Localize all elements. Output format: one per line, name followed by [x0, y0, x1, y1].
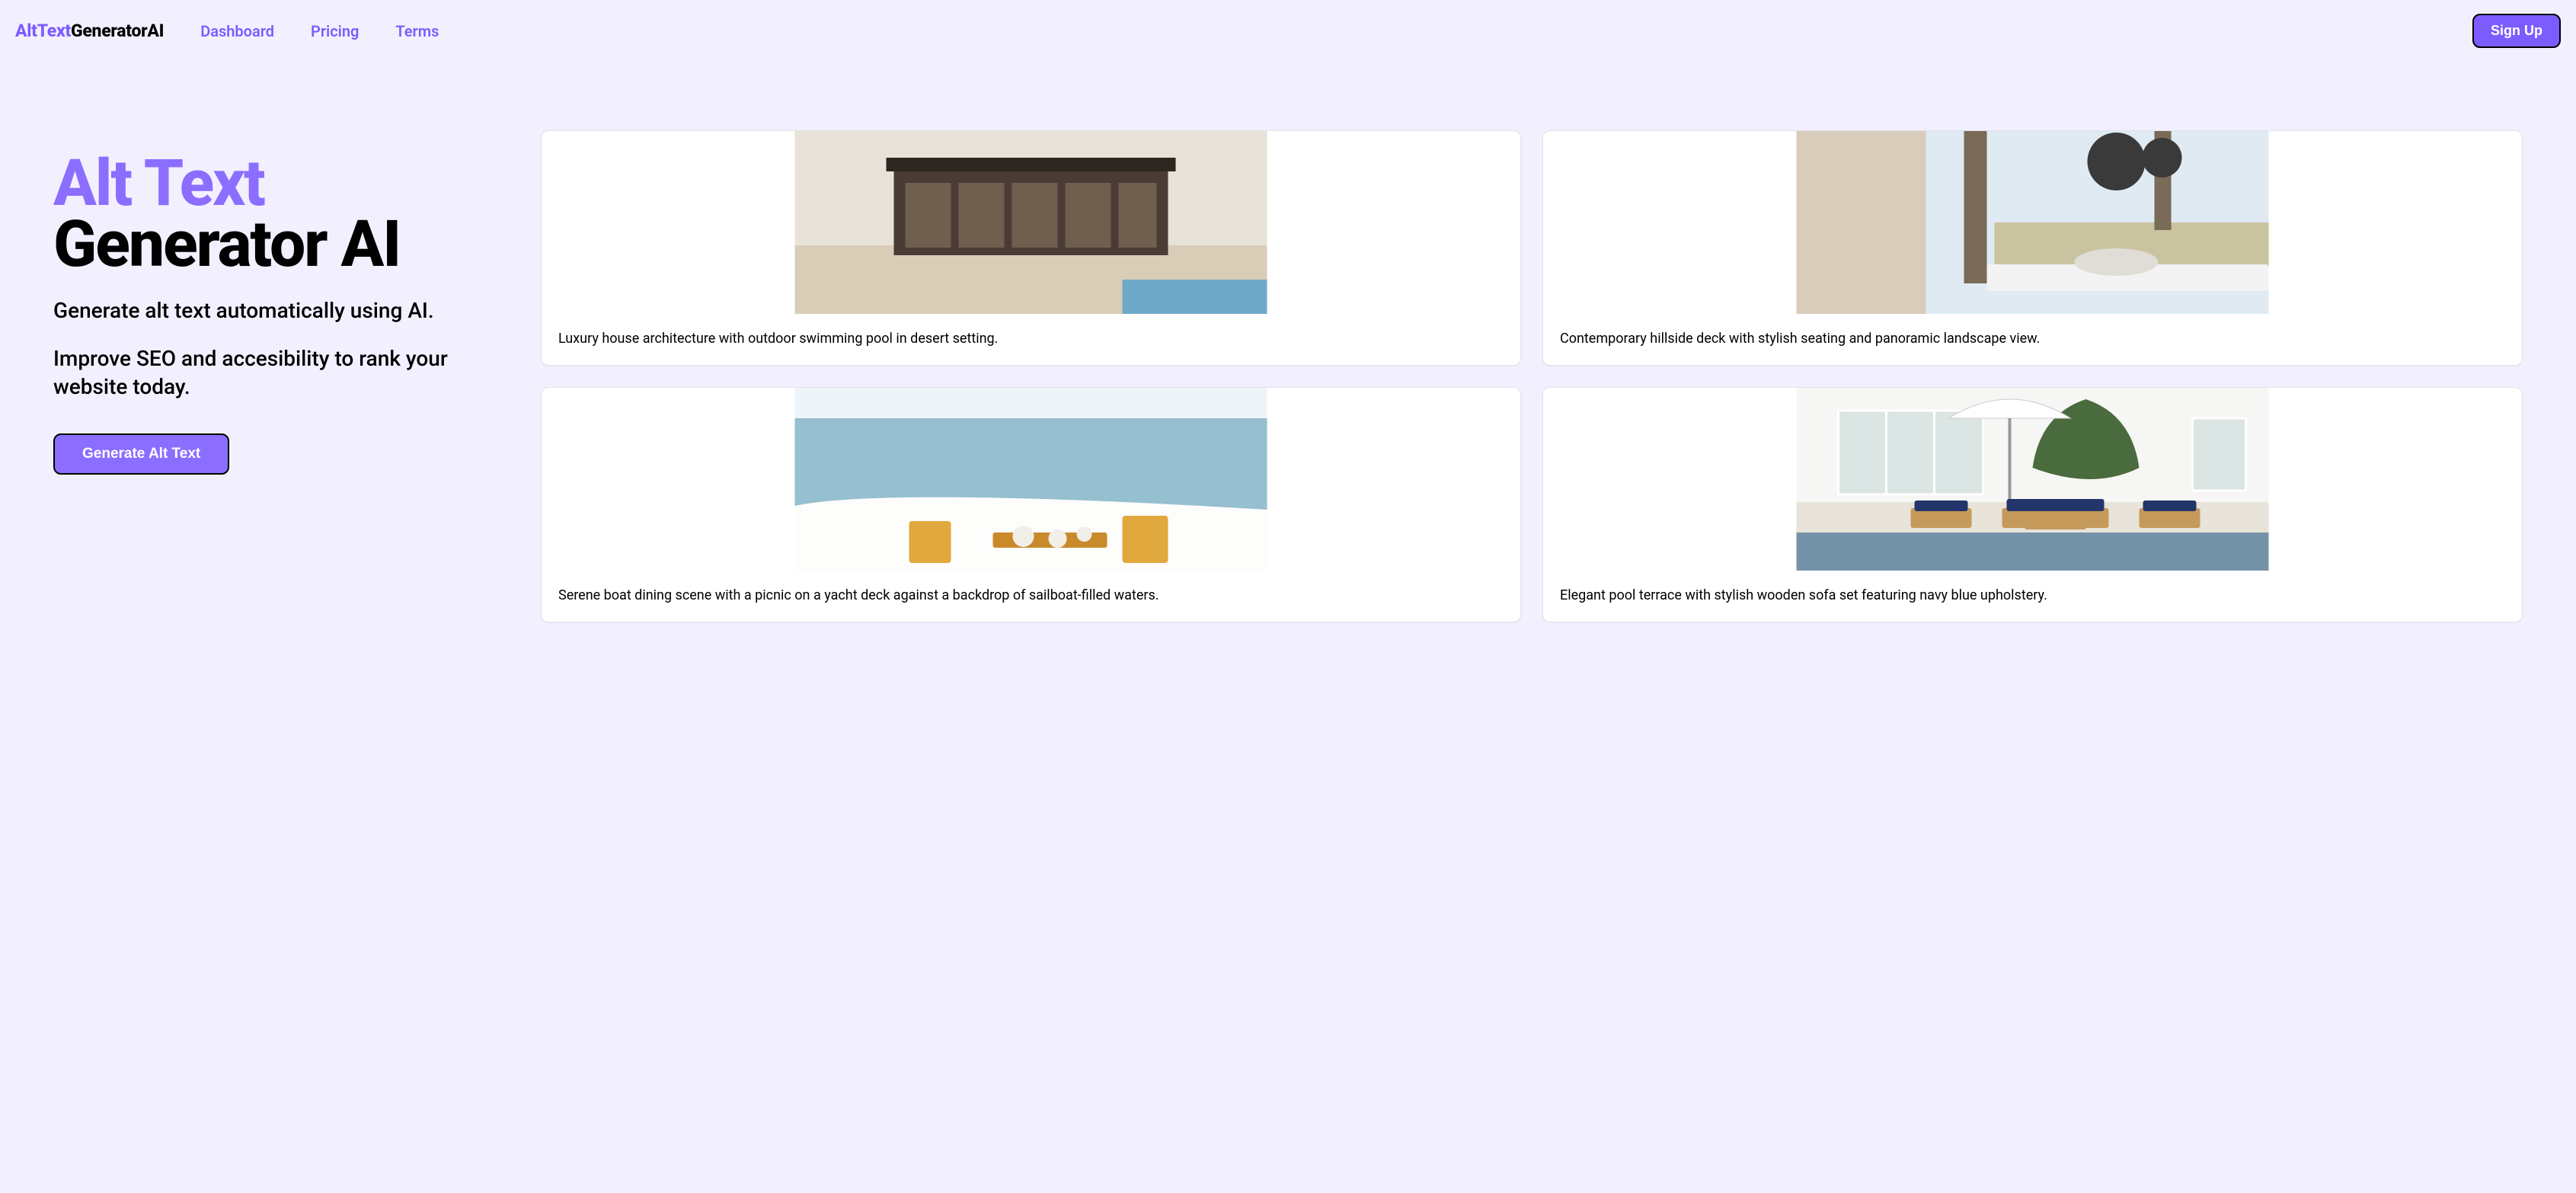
example-card: Contemporary hillside deck with stylish … — [1542, 130, 2523, 366]
example-caption: Serene boat dining scene with a picnic o… — [542, 571, 1520, 622]
nav-links: Dashboard Pricing Terms — [200, 22, 439, 40]
hero-subtitle-1: Generate alt text automatically using AI… — [53, 298, 510, 323]
brand-part1: AltText — [15, 21, 71, 41]
hero-subtitle-2: Improve SEO and accesibility to rank you… — [53, 344, 510, 402]
hero: Alt Text Generator AI Generate alt text … — [53, 130, 510, 475]
example-image — [542, 131, 1520, 314]
page-title: Alt Text Generator AI — [53, 153, 510, 275]
example-caption: Luxury house architecture with outdoor s… — [542, 314, 1520, 365]
example-caption: Contemporary hillside deck with stylish … — [1543, 314, 2522, 365]
brand-part2: GeneratorAI — [71, 21, 164, 41]
nav-link-pricing[interactable]: Pricing — [311, 22, 359, 40]
example-image — [542, 388, 1520, 571]
example-card: Luxury house architecture with outdoor s… — [541, 130, 1521, 366]
example-caption: Elegant pool terrace with stylish wooden… — [1543, 571, 2522, 622]
top-nav: AltTextGeneratorAI Dashboard Pricing Ter… — [0, 0, 2576, 62]
signup-button[interactable]: Sign Up — [2472, 14, 2561, 48]
generate-alt-text-button[interactable]: Generate Alt Text — [53, 433, 229, 475]
nav-link-dashboard[interactable]: Dashboard — [200, 22, 274, 40]
example-card: Elegant pool terrace with stylish wooden… — [1542, 387, 2523, 622]
example-image — [1543, 131, 2522, 314]
title-line2: Generator AI — [53, 214, 510, 275]
example-cards-grid: Luxury house architecture with outdoor s… — [541, 130, 2523, 622]
nav-link-terms[interactable]: Terms — [395, 22, 439, 40]
title-line1: Alt Text — [53, 153, 510, 214]
example-image — [1543, 388, 2522, 571]
brand-logo[interactable]: AltTextGeneratorAI — [15, 21, 164, 41]
main-content: Alt Text Generator AI Generate alt text … — [0, 62, 2576, 668]
example-card: Serene boat dining scene with a picnic o… — [541, 387, 1521, 622]
